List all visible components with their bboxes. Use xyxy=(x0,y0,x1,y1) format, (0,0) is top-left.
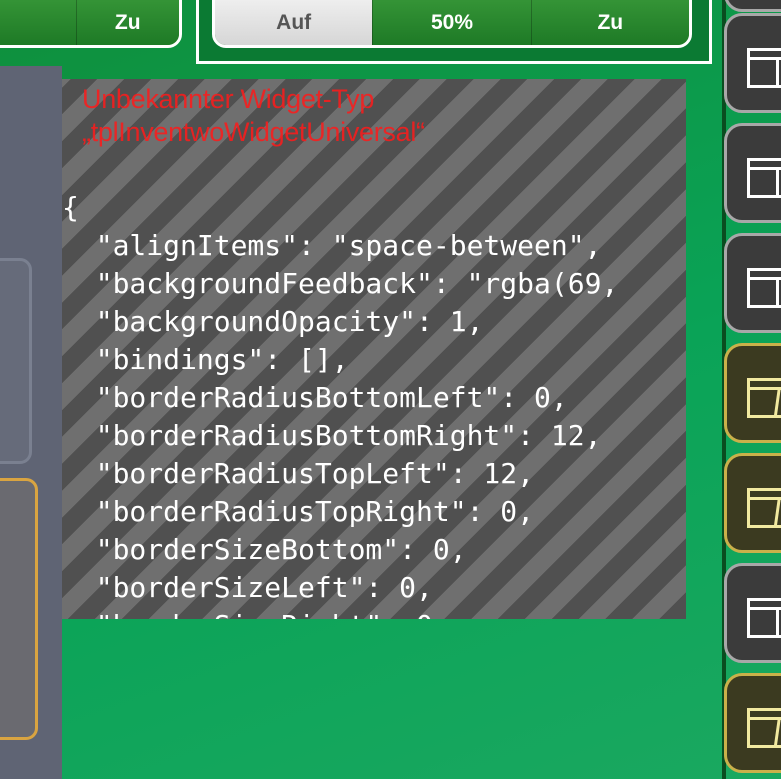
shutter-close-button[interactable]: Zu xyxy=(75,0,179,45)
json-line: "borderRadiusTopLeft": 12, xyxy=(62,457,535,490)
shutter-control-left: Zu xyxy=(0,0,182,48)
shutter-open-button[interactable]: Auf xyxy=(215,0,373,45)
left-card[interactable] xyxy=(0,258,32,464)
json-line: "bindings": [], xyxy=(62,343,349,376)
json-line: "borderSizeLeft": 0, xyxy=(62,571,433,604)
window-open-icon xyxy=(747,708,781,748)
sidebar-window-button[interactable] xyxy=(724,563,781,663)
shutter-left-button[interactable] xyxy=(0,0,76,45)
window-icon xyxy=(747,598,781,638)
sidebar-window-button[interactable] xyxy=(724,13,781,113)
window-open-icon xyxy=(747,488,781,528)
window-icon xyxy=(747,158,781,198)
shutter-close-button-2[interactable]: Zu xyxy=(530,0,689,45)
unknown-widget-placeholder: Unbekannter Widget-Typ „tplInventwoWidge… xyxy=(62,79,686,619)
sidebar-window-button[interactable] xyxy=(724,233,781,333)
widget-error-line-2: „tplInventwoWidgetUniversal“ xyxy=(82,117,425,147)
json-line: "borderRadiusTopRight": 0, xyxy=(62,495,535,528)
json-line: "borderRadiusBottomLeft": 0, xyxy=(62,381,568,414)
json-line: "borderSizeBottom": 0, xyxy=(62,533,467,566)
json-line: { xyxy=(62,191,79,224)
json-line: "borderSizeRight": 0, xyxy=(62,607,618,619)
widget-error-title: Unbekannter Widget-Typ „tplInventwoWidge… xyxy=(82,83,682,149)
json-line: "alignItems": "space-between", xyxy=(62,229,602,262)
shutter-control-right: Auf 50% Zu xyxy=(212,0,692,48)
widget-config-json: { "alignItems": "space-between", "backgr… xyxy=(62,189,618,619)
sidebar-window-button[interactable] xyxy=(724,0,781,12)
sidebar-window-open-button[interactable] xyxy=(724,673,781,773)
window-open-icon xyxy=(747,378,781,418)
sidebar-window-button[interactable] xyxy=(724,123,781,223)
window-icon xyxy=(747,48,781,88)
window-icon xyxy=(747,268,781,308)
left-card-highlighted[interactable] xyxy=(0,478,38,740)
shutter-half-button[interactable]: 50% xyxy=(372,0,531,45)
widget-error-line-1: Unbekannter Widget-Typ xyxy=(82,84,375,114)
sidebar-window-open-button[interactable] xyxy=(724,343,781,443)
sidebar-window-open-button[interactable] xyxy=(724,453,781,553)
json-line: "borderRadiusBottomRight": 12, xyxy=(62,419,602,452)
json-line: "backgroundOpacity": 1, xyxy=(62,305,484,338)
json-line: "backgroundFeedback": "rgba(69, xyxy=(62,267,619,300)
